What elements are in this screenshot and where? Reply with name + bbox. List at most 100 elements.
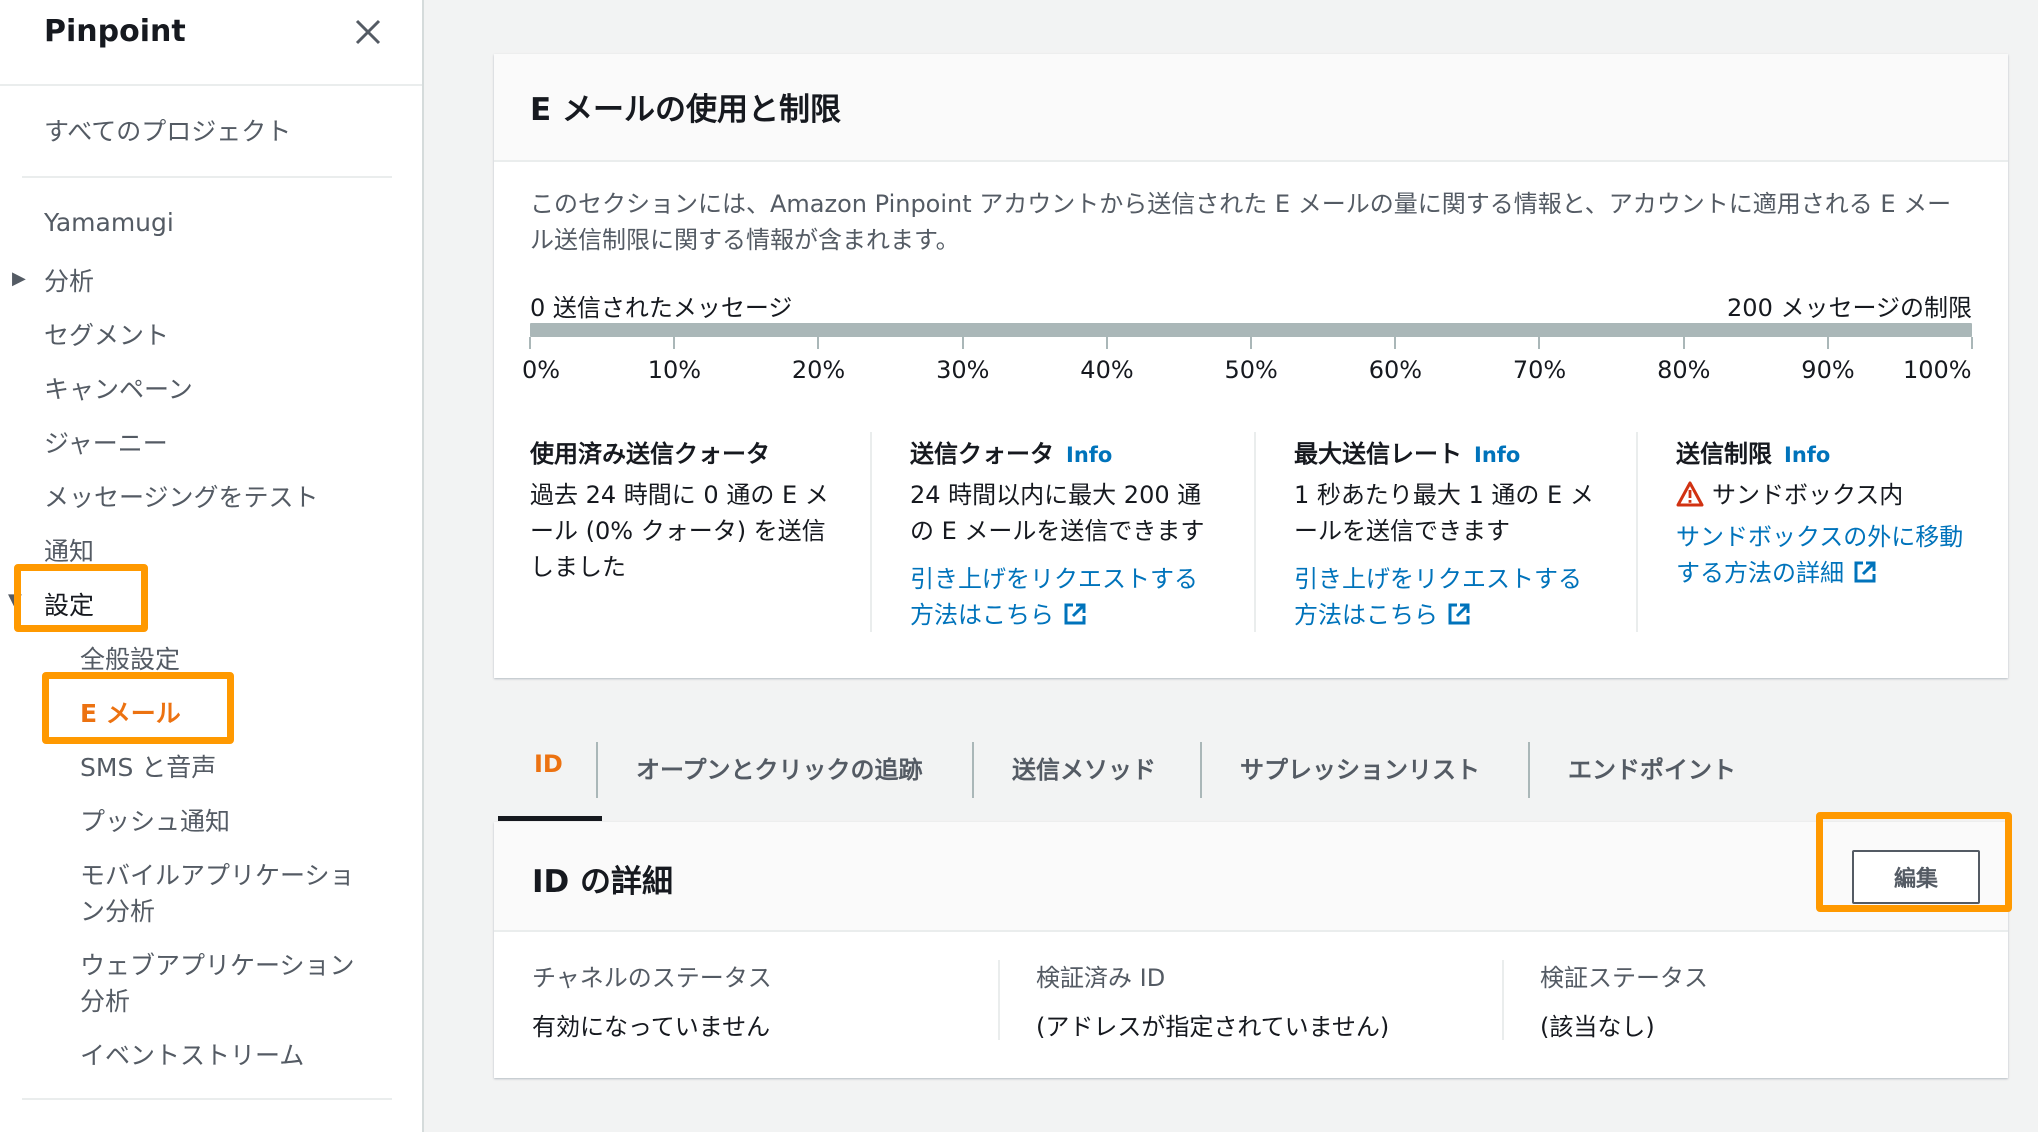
used-quota-column: 使用済み送信クォータ 過去 24 時間に 0 通の E メール (0% クォータ… — [530, 434, 840, 585]
sidebar-item-push[interactable]: プッシュ通知 — [80, 802, 230, 838]
email-usage-card: E メールの使用と制限 このセクションには、Amazon Pinpoint アカ… — [494, 54, 2008, 678]
progress-tick-label: 20% — [791, 356, 846, 384]
column-divider — [1254, 432, 1256, 632]
sidebar: Pinpoint すべてのプロジェクト Yamamugi ▶ 分析 セグメント … — [0, 0, 424, 1132]
external-link-icon — [1064, 603, 1086, 625]
sidebar-item-journeys[interactable]: ジャーニー — [44, 424, 168, 460]
tab-suppression-list[interactable]: サプレッションリスト — [1240, 750, 1480, 785]
sidebar-item-sms-voice[interactable]: SMS と音声 — [80, 748, 216, 784]
verified-id-value: (アドレスが指定されていません) — [1036, 1013, 1390, 1041]
sidebar-item-test-messaging[interactable]: メッセージングをテスト — [44, 478, 319, 514]
max-send-rate-title-text: 最大送信レート — [1294, 440, 1462, 468]
progress-tick-label: 40% — [1080, 356, 1134, 384]
sidebar-item-campaigns[interactable]: キャンペーン — [44, 370, 193, 406]
tab-endpoints[interactable]: エンドポイント — [1568, 750, 1736, 785]
sidebar-item-web-analytics-cont[interactable]: 分析 — [80, 982, 130, 1018]
progress-tick — [961, 337, 964, 349]
tab-id[interactable]: ID — [534, 750, 563, 778]
sandbox-status-text: サンドボックス内 — [1712, 481, 1904, 509]
tab-divider — [1528, 742, 1530, 798]
max-send-rate-info-link[interactable]: Info — [1474, 443, 1520, 467]
caret-right-icon[interactable]: ▶ — [12, 268, 26, 289]
used-quota-title: 使用済み送信クォータ — [530, 434, 840, 469]
progress-tick-label: 60% — [1368, 356, 1423, 384]
sidebar-item-analytics[interactable]: 分析 — [44, 262, 94, 298]
sent-messages-label: 0 送信されたメッセージ — [530, 294, 793, 322]
quota-progress-bar — [530, 323, 1972, 337]
send-quota-link-text[interactable]: 引き上げをリクエストする方法はこちら — [910, 565, 1198, 629]
sandbox-move-link-text[interactable]: サンドボックスの外に移動する方法の詳細 — [1676, 523, 1963, 587]
max-send-rate-title: 最大送信レート Info — [1294, 434, 1604, 469]
send-quota-title: 送信クォータ Info — [910, 434, 1220, 469]
progress-tick — [529, 337, 531, 349]
progress-tick-label: 50% — [1224, 356, 1278, 384]
sandbox-move-link[interactable]: サンドボックスの外に移動する方法の詳細 — [1676, 519, 1986, 591]
column-divider — [1636, 432, 1638, 632]
sidebar-item-notifications[interactable]: 通知 — [44, 532, 94, 568]
sidebar-item-general-settings[interactable]: 全般設定 — [80, 640, 180, 676]
column-divider — [870, 432, 872, 632]
progress-tick-label: 70% — [1512, 356, 1567, 384]
channel-status-label: チャネルのステータス — [532, 964, 772, 992]
progress-tick — [673, 337, 676, 349]
used-quota-body: 過去 24 時間に 0 通の E メール (0% クォータ) を送信しました — [530, 481, 829, 581]
send-quota-increase-link[interactable]: 引き上げをリクエストする方法はこちら — [910, 561, 1220, 633]
external-link-icon — [1854, 561, 1876, 583]
send-limit-info-link[interactable]: Info — [1784, 443, 1830, 467]
sidebar-title: Pinpoint — [44, 14, 186, 49]
sidebar-item-segments[interactable]: セグメント — [44, 316, 169, 352]
sidebar-divider — [22, 1098, 392, 1100]
verified-id-field: 検証済み ID (アドレスが指定されていません) — [1036, 958, 1389, 1042]
send-limit-title: 送信制限 Info — [1676, 434, 1986, 469]
identity-details-title: ID の詳細 — [532, 864, 674, 900]
progress-tick-label: 90% — [1801, 356, 1855, 384]
max-send-rate-column: 最大送信レート Info 1 秒あたり最大 1 通の E メールを送信できます 引… — [1294, 434, 1604, 633]
send-limit-column: 送信制限 Info サンドボックス内 サンドボックスの外に移動する方法の詳細 — [1676, 434, 1986, 591]
email-usage-header: E メールの使用と制限 — [494, 54, 2008, 162]
external-link-icon — [1448, 603, 1470, 625]
sidebar-item-all-projects[interactable]: すべてのプロジェクト — [44, 112, 291, 148]
progress-tick — [1394, 337, 1397, 349]
warning-icon — [1676, 481, 1704, 507]
tab-sending-methods[interactable]: 送信メソッド — [1012, 750, 1156, 785]
tab-open-click-tracking[interactable]: オープンとクリックの追跡 — [636, 750, 923, 785]
verified-id-label: 検証済み ID — [1036, 964, 1166, 992]
progress-tick — [1971, 337, 1973, 349]
sandbox-status: サンドボックス内 — [1676, 477, 1986, 513]
email-usage-title: E メールの使用と制限 — [530, 92, 841, 128]
send-quota-info-link[interactable]: Info — [1066, 443, 1112, 467]
message-limit-label: 200 メッセージの制限 — [1727, 294, 1972, 322]
progress-tick-label: 30% — [936, 356, 990, 384]
highlight-settings — [14, 564, 148, 632]
progress-tick — [1250, 337, 1252, 349]
identity-details-card: ID の詳細 編集 チャネルのステータス 有効になっていません 検証済み ID … — [494, 812, 2012, 1078]
sidebar-divider — [22, 176, 392, 178]
sidebar-item-mobile-analytics-cont[interactable]: ン分析 — [80, 892, 155, 928]
close-icon[interactable] — [352, 12, 384, 52]
max-send-rate-link-text[interactable]: 引き上げをリクエストする方法はこちら — [1294, 565, 1582, 629]
tab-divider — [596, 742, 598, 798]
send-quota-title-text: 送信クォータ — [910, 440, 1054, 468]
verification-status-field: 検証ステータス (該当なし) — [1540, 958, 1708, 1042]
progress-tick — [1105, 337, 1108, 349]
email-tabs: ID オープンとクリックの追跡 送信メソッド サプレッションリスト エンドポイン… — [494, 738, 2008, 822]
sidebar-item-web-analytics[interactable]: ウェブアプリケーション — [80, 946, 355, 982]
progress-tick — [1538, 337, 1541, 349]
send-quota-body: 24 時間以内に最大 200 通の E メールを送信できます — [910, 481, 1205, 545]
max-send-rate-body: 1 秒あたり最大 1 通の E メールを送信できます — [1294, 481, 1594, 545]
tab-divider — [972, 742, 974, 798]
send-quota-column: 送信クォータ Info 24 時間以内に最大 200 通の E メールを送信できま… — [910, 434, 1220, 633]
progress-tick — [1682, 337, 1685, 349]
sidebar-item-mobile-analytics[interactable]: モバイルアプリケーショ — [80, 856, 355, 892]
used-quota-title-text: 使用済み送信クォータ — [530, 440, 770, 468]
verification-status-label: 検証ステータス — [1540, 964, 1708, 992]
progress-tick-label: 100% — [1903, 356, 1972, 384]
progress-tick — [1826, 337, 1829, 349]
sidebar-item-event-stream[interactable]: イベントストリーム — [80, 1036, 304, 1072]
max-send-rate-increase-link[interactable]: 引き上げをリクエストする方法はこちら — [1294, 561, 1604, 633]
channel-status-field: チャネルのステータス 有効になっていません — [532, 958, 772, 1042]
identity-details-header: ID の詳細 編集 — [494, 822, 2008, 932]
channel-status-value: 有効になっていません — [532, 1013, 771, 1041]
highlight-edit-button — [1816, 812, 2012, 912]
sidebar-header: Pinpoint — [0, 0, 422, 86]
